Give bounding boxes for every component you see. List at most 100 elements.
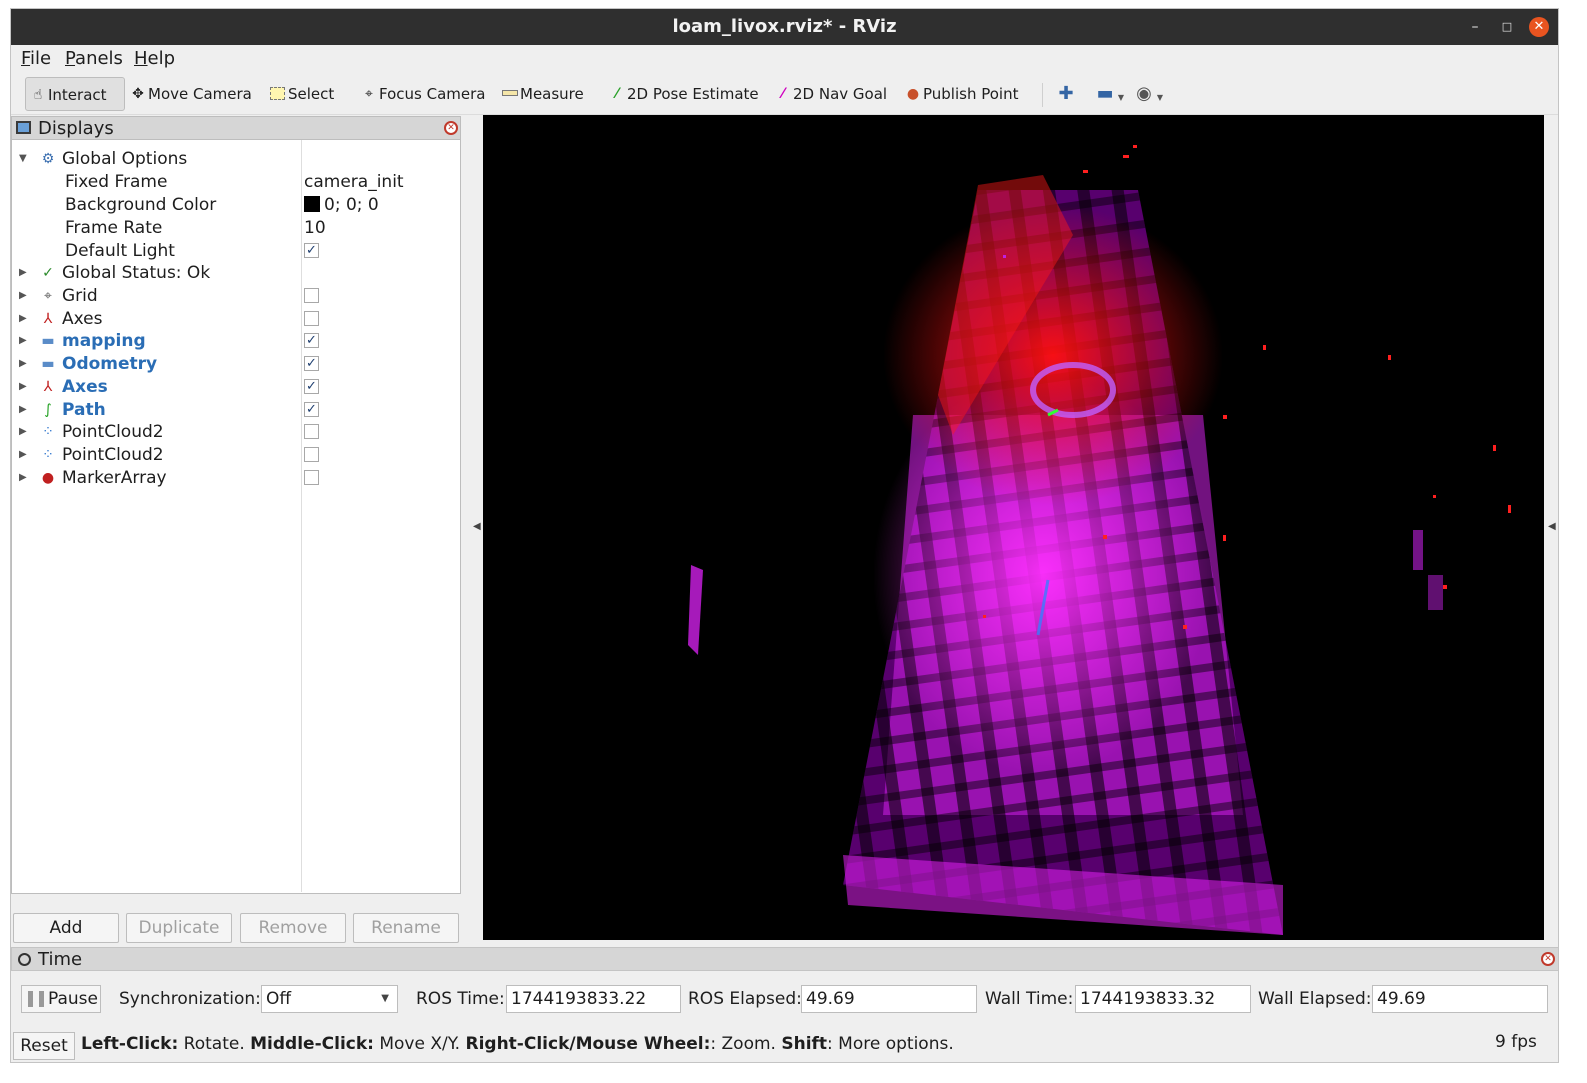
- hint-text: : More options.: [827, 1034, 954, 1054]
- ruler-icon: [502, 90, 518, 96]
- menu-help-mnemonic: H: [134, 48, 148, 69]
- expand-right-icon[interactable]: ▶: [19, 421, 27, 443]
- chevron-down-icon: ▼: [1117, 93, 1124, 102]
- tree-row-display[interactable]: ▶ ∫ Path ✓: [12, 399, 460, 421]
- sync-select[interactable]: Off ▼: [261, 985, 398, 1013]
- maximize-button[interactable]: □: [1497, 17, 1517, 37]
- pause-button[interactable]: Pause: [21, 985, 101, 1013]
- splitter-handle-left[interactable]: ◀: [473, 521, 481, 532]
- hint-text: Rotate.: [178, 1034, 251, 1054]
- folder-icon: ▬: [41, 333, 55, 350]
- ros-time-field[interactable]: 1744193833.22: [506, 985, 681, 1013]
- expand-right-icon[interactable]: ▶: [19, 330, 27, 352]
- splitter-handle-right[interactable]: ◀: [1548, 521, 1556, 532]
- expand-down-icon[interactable]: ▼: [19, 148, 27, 170]
- add-tool-button[interactable]: ✚: [1053, 81, 1079, 107]
- menu-file-mnemonic: F: [21, 48, 31, 69]
- remove-tool-button[interactable]: ▬ ▼: [1092, 81, 1124, 107]
- tree-row-display[interactable]: ▶ ⅄ Axes: [12, 308, 460, 330]
- select-tool[interactable]: Select: [266, 77, 334, 111]
- display-enable-checkbox[interactable]: [304, 288, 319, 303]
- publish-point-tool[interactable]: ● Publish Point: [901, 77, 1019, 111]
- focus-camera-tool[interactable]: ⌖ Focus Camera: [357, 77, 485, 111]
- render-viewport[interactable]: [483, 115, 1544, 940]
- frame-rate-value[interactable]: 10: [304, 217, 326, 239]
- display-enable-checkbox[interactable]: ✓: [304, 378, 319, 394]
- display-enable-checkbox[interactable]: ✓: [304, 356, 319, 372]
- expand-right-icon[interactable]: ▶: [19, 399, 27, 421]
- expand-right-icon[interactable]: ▶: [19, 444, 27, 466]
- tree-row-display[interactable]: ▶ ▬ Odometry ✓: [12, 353, 460, 375]
- time-panel-header: Time ✕: [11, 947, 1558, 971]
- menu-file[interactable]: File: [21, 48, 51, 69]
- add-button[interactable]: Add: [13, 913, 119, 943]
- interact-label: Interact: [48, 86, 107, 104]
- tree-row-default-light[interactable]: Default Light ✓: [12, 240, 460, 262]
- tree-row-display[interactable]: ▶ ⌖ Grid: [12, 285, 460, 307]
- minus-icon: ▬: [1096, 83, 1114, 104]
- expand-right-icon[interactable]: ▶: [19, 285, 27, 307]
- close-panel-icon[interactable]: ✕: [444, 121, 458, 135]
- display-enable-checkbox[interactable]: ✓: [304, 401, 319, 417]
- tree-row-display[interactable]: ▶ ● MarkerArray: [12, 467, 460, 489]
- window-title: loam_livox.rviz* - RViz: [672, 16, 897, 37]
- tree-row-display[interactable]: ▶ ⁘ PointCloud2: [12, 444, 460, 466]
- display-enable-checkbox[interactable]: ✓: [304, 333, 319, 349]
- magenta-arrow-icon: ⁄: [781, 86, 785, 102]
- toolbar-separator: [1042, 83, 1043, 107]
- display-enable-checkbox[interactable]: [304, 446, 319, 462]
- move-camera-tool[interactable]: ✥ Move Camera: [126, 77, 252, 111]
- tree-label: PointCloud2: [62, 422, 164, 443]
- close-button[interactable]: ✕: [1529, 17, 1549, 37]
- expand-right-icon[interactable]: ▶: [19, 467, 27, 489]
- rename-button[interactable]: Rename: [353, 913, 459, 943]
- pose-estimate-tool[interactable]: ⁄ 2D Pose Estimate: [605, 77, 759, 111]
- tree-row-fixed-frame[interactable]: Fixed Frame camera_init: [12, 171, 460, 193]
- remove-button[interactable]: Remove: [240, 913, 346, 943]
- expand-right-icon[interactable]: ▶: [19, 262, 27, 284]
- tree-row-display[interactable]: ▶ ⅄ Axes ✓: [12, 376, 460, 398]
- display-enable-checkbox[interactable]: [304, 310, 319, 326]
- wall-time-field[interactable]: 1744193833.32: [1075, 985, 1251, 1013]
- gear-icon: ⚙: [41, 151, 55, 167]
- chevron-down-icon: ▼: [1156, 93, 1163, 102]
- chevron-down-icon: ▼: [381, 993, 389, 1004]
- interact-tool[interactable]: ☝ Interact: [25, 77, 125, 111]
- close-time-panel-icon[interactable]: ✕: [1541, 952, 1555, 966]
- tree-label: Frame Rate: [65, 218, 163, 238]
- expand-right-icon[interactable]: ▶: [19, 353, 27, 375]
- duplicate-button[interactable]: Duplicate: [126, 913, 232, 943]
- view-options-button[interactable]: ◉ ▼: [1131, 81, 1163, 107]
- menu-file-label: ile: [30, 48, 52, 69]
- tree-row-global-status[interactable]: ▶ ✓ Global Status: Ok: [12, 262, 460, 284]
- nav-goal-tool[interactable]: ⁄ 2D Nav Goal: [771, 77, 887, 111]
- fixed-frame-value[interactable]: camera_init: [304, 171, 404, 193]
- ros-elapsed-field[interactable]: 49.69: [801, 985, 977, 1013]
- axes-icon: ⅄: [43, 378, 53, 395]
- tree-row-global-options[interactable]: ▼ ⚙ Global Options: [12, 148, 460, 170]
- pointcloud-icon: ⁘: [42, 424, 54, 441]
- expand-right-icon[interactable]: ▶: [19, 308, 27, 330]
- default-light-checkbox[interactable]: ✓: [304, 243, 319, 258]
- map-pin-icon: ●: [906, 86, 920, 102]
- menu-help[interactable]: Help: [134, 48, 175, 69]
- tree-row-background-color[interactable]: Background Color 0; 0; 0: [12, 194, 460, 216]
- expand-right-icon[interactable]: ▶: [19, 376, 27, 398]
- minimize-button[interactable]: –: [1465, 17, 1485, 37]
- tree-label: MarkerArray: [62, 467, 167, 488]
- wall-elapsed-label: Wall Elapsed:: [1258, 989, 1372, 1009]
- tree-row-display[interactable]: ▶ ▬ mapping ✓: [12, 330, 460, 352]
- wall-elapsed-field[interactable]: 49.69: [1372, 985, 1548, 1013]
- menu-panels[interactable]: Panels: [65, 48, 123, 69]
- background-color-value[interactable]: 0; 0; 0: [304, 194, 379, 216]
- tree-row-display[interactable]: ▶ ⁘ PointCloud2: [12, 421, 460, 443]
- measure-tool[interactable]: Measure: [498, 77, 584, 111]
- displays-title: Displays: [38, 118, 114, 139]
- tree-row-frame-rate[interactable]: Frame Rate 10: [12, 217, 460, 239]
- grid-icon: ⌖: [44, 288, 52, 304]
- display-enable-checkbox[interactable]: [304, 424, 319, 440]
- reset-button[interactable]: Reset: [13, 1032, 75, 1060]
- hint-key: Left-Click:: [81, 1034, 179, 1054]
- display-enable-checkbox[interactable]: [304, 469, 319, 485]
- tree-label: PointCloud2: [62, 444, 164, 465]
